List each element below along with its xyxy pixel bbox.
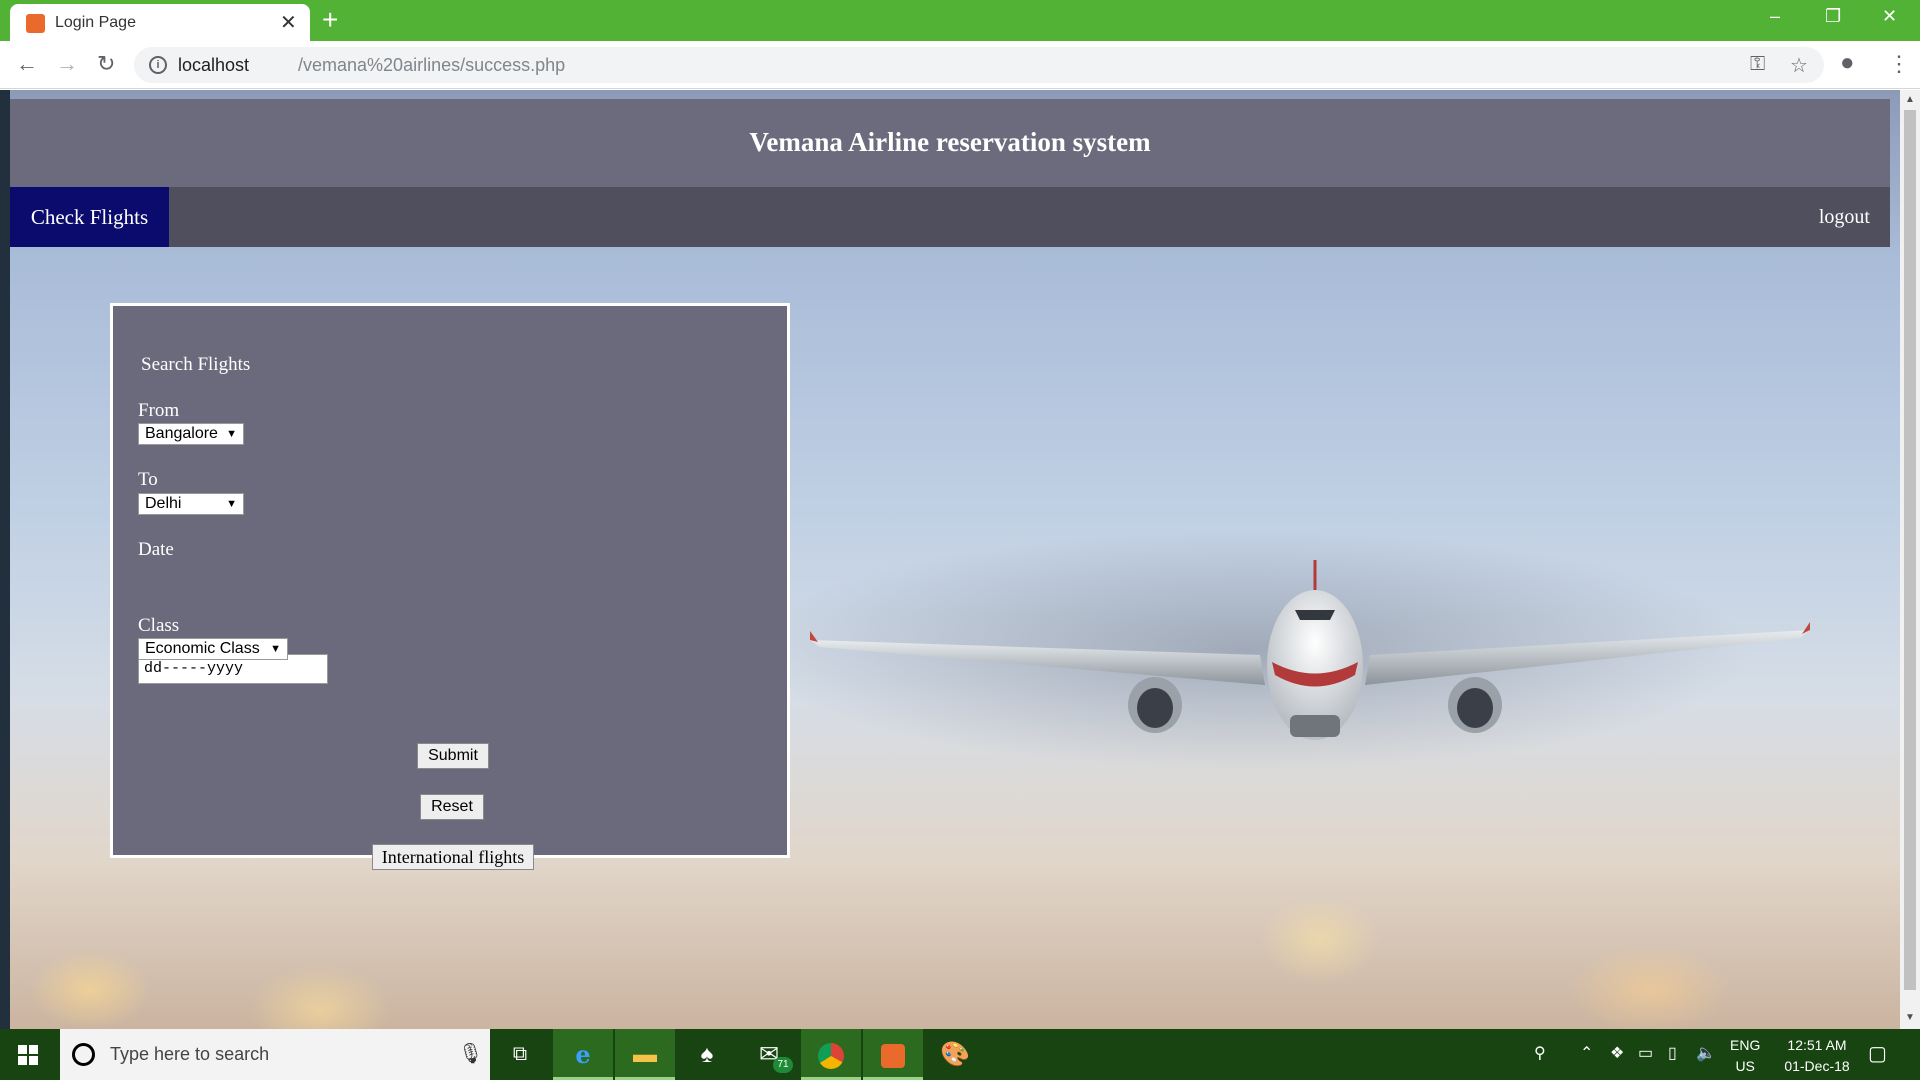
page-edge (0, 90, 10, 1029)
windows-taskbar: Type here to search 🎙 ⧉ e ▬ ♠ ✉ 71 🎨 ⚲ ⌃ … (0, 1029, 1920, 1080)
new-tab-button[interactable]: + (322, 4, 338, 36)
site-title: Vemana Airline reservation system (749, 127, 1151, 157)
show-hidden-icons[interactable]: ⌃ (1580, 1043, 1593, 1063)
dropdown-arrow-icon: ▼ (270, 643, 281, 655)
clock-date: 01-Dec-18 (1784, 1058, 1850, 1074)
dropdown-arrow-icon: ▼ (226, 498, 237, 510)
url-input[interactable]: i localhost /vemana%20airlines/success.p… (134, 47, 1824, 83)
region-label: US (1735, 1058, 1755, 1074)
browser-tab-strip: Login Page ✕ + – ❐ ✕ (0, 0, 1920, 41)
scroll-down-icon[interactable]: ▼ (1905, 1012, 1915, 1023)
battery-icon[interactable]: ▯ (1668, 1043, 1677, 1063)
page-scrollbar[interactable]: ▲ ▼ (1900, 90, 1920, 1029)
language-indicator[interactable]: ENG US (1730, 1035, 1760, 1077)
page-viewport: Vemana Airline reservation system Check … (0, 90, 1920, 1029)
volume-icon[interactable]: 🔈 (1696, 1043, 1716, 1063)
tab-close-icon[interactable]: ✕ (280, 10, 297, 35)
key-icon[interactable]: ⚿ (1750, 53, 1765, 76)
close-window-button[interactable]: ✕ (1882, 6, 1897, 27)
minimize-button[interactable]: – (1770, 6, 1780, 27)
menu-icon[interactable]: ⋮ (1888, 51, 1910, 77)
taskbar-search-placeholder: Type here to search (110, 1044, 270, 1064)
paint-icon[interactable]: 🎨 (925, 1029, 985, 1080)
star-icon[interactable]: ☆ (1790, 53, 1808, 78)
browser-tab[interactable]: Login Page ✕ (10, 4, 310, 41)
notification-icon[interactable]: ▢ (1868, 1041, 1887, 1066)
file-explorer-icon[interactable]: ▬ (615, 1029, 675, 1080)
airplane-image (810, 560, 1810, 740)
class-select-value: Economic Class (145, 640, 260, 657)
xampp-icon[interactable] (863, 1029, 923, 1080)
scroll-thumb[interactable] (1904, 110, 1916, 990)
url-path: /vemana%20airlines/success.php (298, 55, 566, 75)
site-header: Vemana Airline reservation system (10, 99, 1890, 187)
taskbar-search-input[interactable]: Type here to search 🎙 (60, 1029, 490, 1080)
from-select[interactable]: Bangalore ▼ (138, 423, 244, 445)
mail-badge: 71 (773, 1057, 793, 1073)
to-select-value: Delhi (145, 495, 182, 512)
tab-title: Login Page (55, 14, 136, 31)
solitaire-icon[interactable]: ♠ (677, 1029, 737, 1080)
forward-icon[interactable]: → (56, 51, 78, 77)
search-flights-form: Search Flights From Bangalore ▼ To Delhi… (110, 303, 790, 870)
mic-icon[interactable]: 🎙 (458, 1041, 483, 1066)
to-select[interactable]: Delhi ▼ (138, 493, 244, 515)
chrome-icon[interactable] (801, 1029, 861, 1080)
task-view-icon[interactable]: ⧉ (490, 1029, 550, 1080)
mail-icon[interactable]: ✉ 71 (739, 1029, 799, 1080)
dropdown-arrow-icon: ▼ (226, 428, 237, 440)
date-label: Date (138, 539, 174, 560)
class-select[interactable]: Economic Class ▼ (138, 638, 288, 660)
scroll-up-icon[interactable]: ▲ (1905, 94, 1915, 105)
clock[interactable]: 12:51 AM 01-Dec-18 (1772, 1035, 1862, 1077)
from-label: From (138, 400, 180, 421)
back-icon[interactable]: ← (16, 51, 38, 77)
international-flights-button[interactable]: International flights (372, 844, 534, 870)
people-icon[interactable]: ⚲ (1534, 1043, 1546, 1063)
submit-button[interactable]: Submit (417, 743, 489, 769)
edge-icon[interactable]: e (553, 1029, 613, 1080)
site-navbar: Check Flights logout (10, 187, 1890, 247)
address-bar-row: ← → ↻ i localhost /vemana%20airlines/suc… (0, 41, 1920, 89)
from-select-value: Bangalore (145, 425, 218, 442)
date-input-placeholder: dd-----yyyy (144, 660, 244, 677)
network-icon[interactable]: ▭ (1638, 1043, 1653, 1063)
nav-logout[interactable]: logout (1819, 187, 1870, 247)
account-icon[interactable]: ● (1840, 49, 1855, 77)
info-icon[interactable]: i (149, 56, 167, 74)
language-label: ENG (1730, 1037, 1761, 1053)
url-host: localhost (178, 55, 250, 75)
class-label: Class (138, 615, 180, 636)
reload-icon[interactable]: ↻ (97, 51, 115, 77)
form-heading: Search Flights (141, 354, 251, 375)
dropbox-icon[interactable]: ❖ (1610, 1043, 1624, 1063)
xampp-favicon-icon (26, 14, 45, 33)
nav-check-flights[interactable]: Check Flights (10, 187, 169, 247)
to-label: To (138, 469, 158, 490)
maximize-button[interactable]: ❐ (1825, 6, 1841, 27)
windows-start-icon[interactable] (18, 1045, 38, 1065)
cortana-icon[interactable] (72, 1043, 95, 1066)
reset-button[interactable]: Reset (420, 794, 484, 820)
clock-time: 12:51 AM (1787, 1037, 1847, 1053)
